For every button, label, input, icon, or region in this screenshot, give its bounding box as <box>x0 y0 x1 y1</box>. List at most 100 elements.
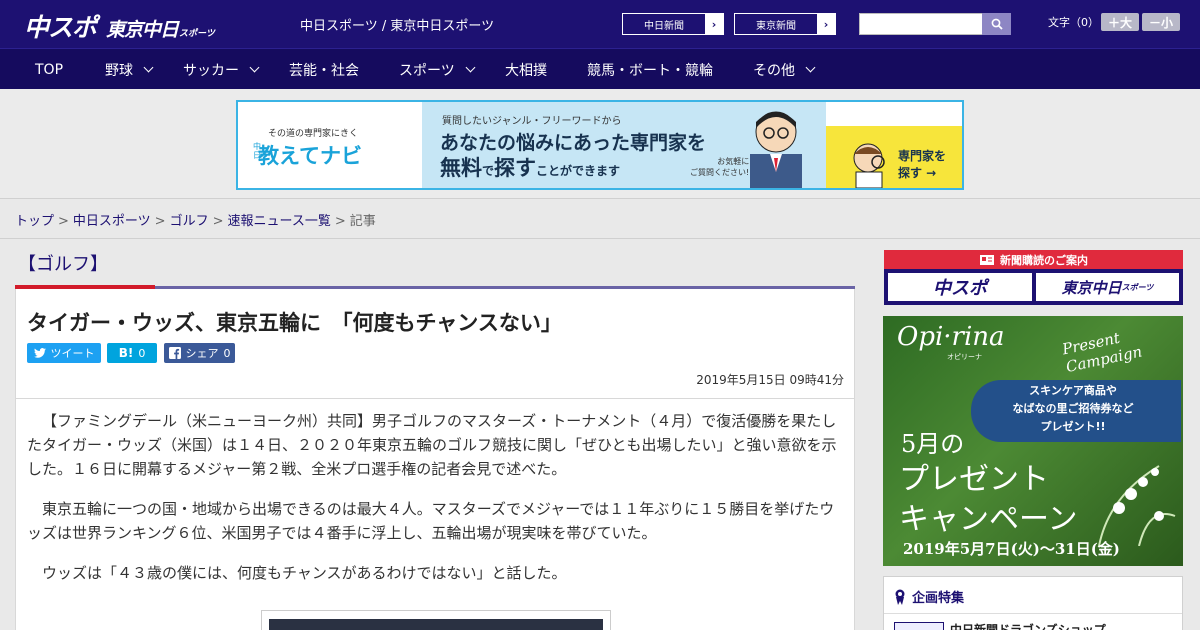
ad-cta-text: 専門家を探す → <box>898 148 946 182</box>
promo-campaign: Present Campaign <box>1060 328 1144 377</box>
tokyo-shimbun-label: 東京新聞 <box>756 20 796 32</box>
facebook-share-label: シェア <box>185 347 219 360</box>
breadcrumb-separator: > <box>58 214 69 229</box>
font-smaller-button[interactable]: －小 <box>1142 13 1180 31</box>
article-paragraph: 【ファミングデール（米ニューヨーク州）共同】男子ゴルフのマスターズ・トーナメント… <box>27 412 837 478</box>
breadcrumb-news-list[interactable]: 速報ニュース一覧 <box>228 214 331 229</box>
site-title: 中日スポーツ / 東京中日スポーツ <box>300 19 495 34</box>
nav-item-label: スポーツ <box>399 62 455 79</box>
nav-item-label: 大相撲 <box>505 62 547 79</box>
article-category: 【ゴルフ】 <box>18 254 108 275</box>
breadcrumb: トップ > 中日スポーツ > ゴルフ > 速報ニュース一覧 > 記事 <box>15 210 376 229</box>
ad-cta-panel: 専門家を探す → <box>826 126 962 188</box>
nav-item-sumo[interactable]: 大相撲 <box>505 49 547 90</box>
divider <box>884 613 1182 614</box>
subscribe-chuspo-link[interactable]: 中スポ <box>888 273 1032 301</box>
subscribe-tokyo-chunichi-link[interactable]: 東京中日 スポーツ <box>1036 273 1179 301</box>
ad-brand-name: 教えてナビ <box>258 144 362 168</box>
feature-heading: 企画特集 <box>894 587 964 606</box>
subscribe-tokyo-logo-sub: スポーツ <box>1121 282 1154 292</box>
ribbon-badge-icon <box>895 589 905 605</box>
article-photo-image <box>269 619 603 630</box>
twitter-bird-icon <box>33 348 46 358</box>
ad-tagline: その道の専門家にきく <box>268 129 359 139</box>
chevron-down-icon <box>143 62 154 73</box>
chunichi-shimbun-button[interactable]: 中日新聞 › <box>622 13 724 35</box>
article-header: タイガー・ウッズ、東京五輪に 「何度もチャンスない」 ツイート B! 0 シェア… <box>15 289 855 399</box>
nav-item-sports[interactable]: スポーツ <box>399 49 476 90</box>
nav-item-label: その他 <box>753 62 795 79</box>
divider <box>0 238 1200 239</box>
promo-big-line2: キャンペーン <box>899 502 1078 537</box>
chevron-right-icon: › <box>817 14 835 34</box>
nav-item-top[interactable]: TOP <box>35 49 63 90</box>
feature-link-dragons-shop[interactable]: 中日新聞ドラゴンズショップ <box>950 621 1106 630</box>
facebook-share-button[interactable]: シェア 0 <box>164 343 235 363</box>
ad-search-word: 探す <box>494 156 537 180</box>
oshiete-navi-ad-banner[interactable]: その道の専門家にきく 中日 教えてナビ 質問したいジャンル・フリーワードから あ… <box>236 100 964 190</box>
expert-person-illustration <box>750 111 802 188</box>
ad-cta-line2: 探す → <box>898 166 937 180</box>
nav-item-label: 競馬・ボート・競輪 <box>587 62 713 79</box>
tweet-label: ツイート <box>50 347 95 360</box>
feature-thumbnail[interactable] <box>894 622 944 630</box>
nav-item-entertainment[interactable]: 芸能・社会 <box>289 49 359 90</box>
nav-item-soccer[interactable]: サッカー <box>183 49 260 90</box>
ad-logo-panel: その道の専門家にきく 中日 教えてナビ <box>238 102 422 188</box>
ad-cta-line1: 専門家を <box>898 149 947 163</box>
article-date: 2019年5月15日 09時41分 <box>696 373 844 387</box>
chevron-right-icon: › <box>705 14 723 34</box>
article-paragraph: ウッズは「４３歳の僕には、何度もチャンスがあるわけではない」と話した。 <box>42 564 567 582</box>
article-title: タイガー・ウッズ、東京五輪に 「何度もチャンスない」 <box>27 311 562 335</box>
nav-item-label: TOP <box>35 61 64 78</box>
hatena-count: 0 <box>138 346 146 360</box>
facebook-share-count: 0 <box>223 346 231 360</box>
breadcrumb-separator: > <box>334 214 346 229</box>
tweet-button[interactable]: ツイート <box>27 343 101 363</box>
promo-line1: スキンケア商品や <box>1029 384 1117 397</box>
feature-title: 企画特集 <box>912 591 965 606</box>
hatena-bookmark-button[interactable]: B! 0 <box>107 343 157 363</box>
logo-sports-sub: スポーツ <box>179 29 215 39</box>
article-paragraph: 東京五輪に一つの国・地域から出場できるのは最大４人。マスターズでメジャーでは１１… <box>27 500 835 542</box>
promo-line2: なばなの里ご招待券など <box>1012 402 1134 415</box>
promo-dates: 2019年5月7日(火)〜31日(金) <box>903 540 1120 558</box>
facebook-icon <box>168 347 181 359</box>
question-person-illustration <box>853 143 885 188</box>
lily-of-the-valley-illustration <box>1098 465 1176 546</box>
search-button[interactable] <box>982 13 1011 35</box>
ad-copy-line2: あなたの悩みにあった専門家を <box>440 132 707 154</box>
ad-can-word: ことができます <box>536 164 621 178</box>
nav-item-other[interactable]: その他 <box>753 49 816 90</box>
subscription-title: 新聞購読のご案内 <box>1000 253 1088 267</box>
font-larger-button[interactable]: ＋大 <box>1101 13 1139 31</box>
font-size-label: 文字（0） <box>1048 16 1099 29</box>
nav-item-label: 野球 <box>105 62 133 79</box>
promo-brand: Opi·rina <box>897 322 1005 352</box>
feature-box: 企画特集 中日新聞ドラゴンズショップ <box>883 576 1183 630</box>
subscribe-tokyo-logo: 東京中日 <box>1061 278 1122 297</box>
breadcrumb-separator: > <box>212 214 224 229</box>
search-input[interactable] <box>859 13 983 35</box>
nav-item-racing[interactable]: 競馬・ボート・競輪 <box>587 49 713 90</box>
ad-copy-line1: 質問したいジャンル・フリーワードから <box>442 116 622 127</box>
logo-chuspo: 中スポ <box>24 13 97 42</box>
ad-area: その道の専門家にきく 中日 教えてナビ 質問したいジャンル・フリーワードから あ… <box>0 89 1200 199</box>
breadcrumb-current: 記事 <box>349 214 376 229</box>
ad-copy-panel: 質問したいジャンル・フリーワードから あなたの悩みにあった専門家を 無料で探すこ… <box>422 102 826 188</box>
tokyo-shimbun-button[interactable]: 東京新聞 › <box>734 13 836 35</box>
article-photo[interactable] <box>261 610 611 630</box>
top-header: 中スポ 東京中日 スポーツ 中日スポーツ / 東京中日スポーツ 中日新聞 › 東… <box>0 0 1200 48</box>
opirina-campaign-ad[interactable]: Opi·rina オピリーナ Present Campaign スキンケア商品や… <box>883 316 1183 566</box>
breadcrumb-chunichi-sports[interactable]: 中日スポーツ <box>73 214 151 229</box>
nav-item-label: サッカー <box>183 62 239 79</box>
breadcrumb-top[interactable]: トップ <box>15 214 54 229</box>
subscription-header: 新聞購読のご案内 <box>884 250 1183 269</box>
breadcrumb-golf[interactable]: ゴルフ <box>170 214 209 229</box>
subscribe-chuspo-logo: 中スポ <box>933 278 987 299</box>
logo-tokyo-chunichi: 東京中日 <box>106 19 179 41</box>
promo-copy: スキンケア商品や なばなの里ご招待券など プレゼント!! <box>983 382 1163 436</box>
chevron-down-icon <box>249 62 260 73</box>
nav-item-baseball[interactable]: 野球 <box>105 49 154 90</box>
site-logo[interactable]: 中スポ 東京中日 スポーツ <box>24 8 215 44</box>
